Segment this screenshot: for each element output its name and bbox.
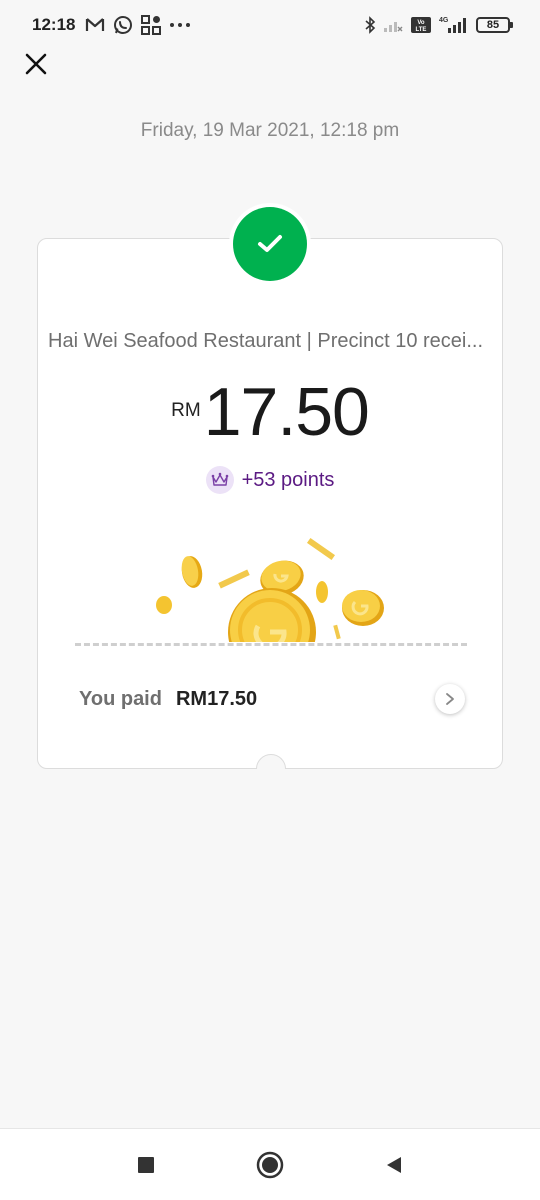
paid-amount: RM17.50	[175, 687, 258, 710]
coins-illustration	[150, 530, 400, 642]
back-icon	[387, 1156, 401, 1173]
details-button[interactable]	[435, 684, 465, 714]
signal-4g-icon: 4G	[439, 15, 469, 35]
paid-label: You paid	[79, 687, 162, 710]
check-icon	[258, 235, 282, 252]
home-button[interactable]	[250, 1145, 290, 1185]
signal-weak-icon	[383, 17, 403, 33]
svg-text:LTE: LTE	[416, 27, 427, 33]
bluetooth-icon	[364, 16, 376, 34]
points-row: +53 points	[0, 466, 540, 494]
system-nav-bar	[0, 1128, 540, 1200]
points-earned: +53 points	[241, 468, 335, 491]
status-bar: 12:18 Vo LTE 4G 85	[0, 0, 540, 50]
battery-icon: 85	[476, 17, 513, 33]
more-icon	[169, 22, 191, 28]
apps-icon	[141, 15, 162, 35]
transaction-date: Friday, 19 Mar 2021, 12:18 pm	[140, 120, 400, 141]
card-notch	[256, 754, 286, 769]
close-button[interactable]	[22, 50, 50, 78]
volte-icon: Vo LTE	[410, 16, 432, 34]
back-button[interactable]	[374, 1145, 414, 1185]
gmail-icon	[85, 17, 105, 33]
status-right-icons: Vo LTE 4G 85	[364, 15, 513, 35]
amount-value: 17.50	[203, 374, 370, 450]
whatsapp-icon	[113, 15, 133, 35]
dashed-divider	[75, 643, 467, 646]
merchant-name: Hai Wei Seafood Restaurant | Precinct 10…	[48, 330, 484, 352]
recent-apps-icon	[138, 1156, 154, 1173]
recent-apps-button[interactable]	[126, 1145, 166, 1185]
amount-row: RM 17.50	[0, 378, 540, 446]
status-left-icons	[85, 15, 191, 35]
paid-row[interactable]: You paid RM17.50	[79, 684, 465, 714]
svg-text:Vo: Vo	[417, 20, 425, 26]
success-circle	[233, 207, 307, 281]
home-icon	[256, 1151, 284, 1178]
chevron-right-icon	[446, 693, 454, 705]
success-badge	[229, 203, 311, 285]
crown-icon	[205, 466, 234, 494]
close-icon	[25, 53, 47, 75]
status-time: 12:18	[32, 15, 76, 34]
svg-text:4G: 4G	[439, 17, 449, 24]
currency-label: RM	[171, 400, 201, 421]
